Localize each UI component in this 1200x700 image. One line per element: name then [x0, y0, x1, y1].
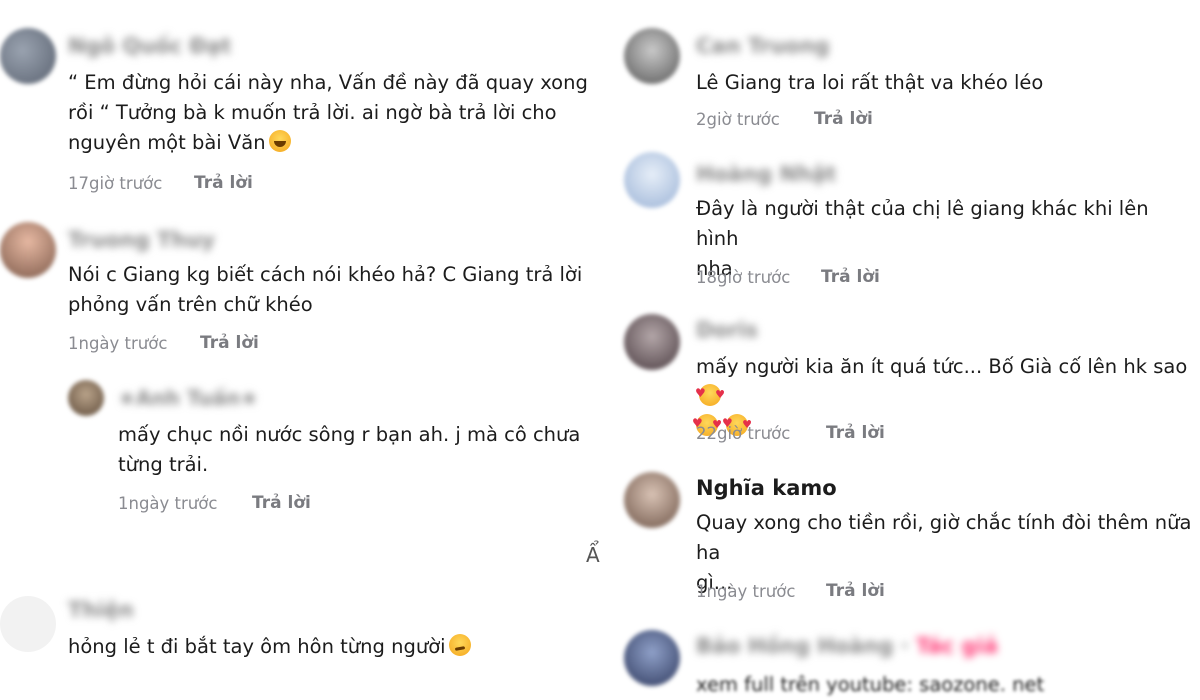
reply-button[interactable]: Trả lời: [814, 109, 873, 129]
comment-username[interactable]: Ngô Quốc Đạt: [68, 34, 231, 58]
comment-text-content: mấy người kia ăn ít quá tức... Bố Già cố…: [696, 355, 1188, 378]
cropped-text-fragment: Ẩ: [586, 543, 600, 567]
comment-username[interactable]: ★Anh Tuấn★: [118, 386, 258, 410]
comment-item: Hoàng Nhật Đây là người thật của chị lê …: [612, 148, 1200, 298]
comment-text: “ Em đừng hỏi cái này nha, Vấn đề này đã…: [68, 68, 598, 158]
comment-timestamp: 2giờ trước: [696, 110, 780, 129]
reply-button[interactable]: Trả lời: [826, 581, 885, 601]
comment-text: Lê Giang tra loi rất thật va khéo léo: [696, 71, 1044, 94]
reply-item: ★Anh Tuấn★ mấy chục nồi nước sông r bạn …: [0, 376, 600, 526]
reply-button[interactable]: Trả lời: [194, 173, 253, 193]
comment-item: Truong Thuy Nói c Giang kg biết cách nói…: [0, 210, 600, 370]
comment-username[interactable]: Truong Thuy: [68, 228, 215, 252]
comment-username[interactable]: Doris: [696, 318, 758, 342]
reply-button[interactable]: Trả lời: [252, 493, 311, 513]
avatar[interactable]: [624, 630, 680, 686]
avatar[interactable]: [0, 222, 56, 278]
comment-item: Nghĩa kamo Quay xong cho tiền rồi, giờ c…: [612, 464, 1200, 614]
avatar[interactable]: [624, 152, 680, 208]
comment-text: hỏng lẻ t đi bắt tay ôm hôn từng người: [68, 632, 598, 662]
avatar[interactable]: [624, 28, 680, 84]
comment-text: xem full trên youtube: saozone. net: [696, 673, 1045, 696]
author-tag: Tác giả: [915, 634, 998, 658]
comments-panel-left: Ngô Quốc Đạt “ Em đừng hỏi cái này nha, …: [0, 0, 600, 700]
avatar[interactable]: [68, 380, 104, 416]
comment-text-content: “ Em đừng hỏi cái này nha, Vấn đề này đã…: [68, 71, 588, 154]
comment-timestamp: 17giờ trước: [68, 174, 163, 193]
comment-username[interactable]: Hoàng Nhật: [696, 162, 836, 186]
comment-username[interactable]: Bảo Hồng Hoàng · Tác giả: [696, 634, 998, 658]
comment-text: mấy chục nồi nước sông r bạn ah. j mà cô…: [118, 423, 581, 476]
comment-text-content: hỏng lẻ t đi bắt tay ôm hôn từng người: [68, 635, 446, 658]
reply-button[interactable]: Trả lời: [200, 333, 259, 353]
comment-item: Bảo Hồng Hoàng · Tác giả xem full trên y…: [612, 622, 1200, 700]
avatar[interactable]: [624, 472, 680, 528]
comment-timestamp: 1ngày trước: [696, 582, 796, 601]
comment-username[interactable]: Can Truong: [696, 34, 830, 58]
grinning-squinting-face-icon: [268, 130, 291, 152]
comment-item: Thiện hỏng lẻ t đi bắt tay ôm hôn từng n…: [0, 584, 600, 700]
avatar[interactable]: [624, 314, 680, 370]
panel-divider: [600, 0, 612, 700]
reply-button[interactable]: Trả lời: [821, 267, 880, 287]
comment-item: Ngô Quốc Đạt “ Em đừng hỏi cái này nha, …: [0, 0, 600, 200]
comment-item: Doris mấy người kia ăn ít quá tức... Bố …: [612, 306, 1200, 456]
username-text: Bảo Hồng Hoàng: [696, 634, 894, 658]
comment-timestamp: 18giờ trước: [696, 268, 791, 287]
comment-timestamp: 1ngày trước: [118, 494, 218, 513]
avatar[interactable]: [0, 28, 56, 84]
comment-username[interactable]: Nghĩa kamo: [696, 476, 837, 500]
smirking-face-icon: [448, 634, 471, 656]
comment-username[interactable]: Thiện: [68, 598, 134, 622]
comment-timestamp: 22giờ trước: [696, 424, 791, 443]
comment-item: Can Truong Lê Giang tra loi rất thật va …: [612, 20, 1200, 140]
smiling-face-with-hearts-icon: [695, 378, 725, 410]
reply-button[interactable]: Trả lời: [826, 423, 885, 443]
comment-text: Nói c Giang kg biết cách nói khéo hả? C …: [68, 263, 583, 316]
comment-timestamp: 1ngày trước: [68, 334, 168, 353]
avatar[interactable]: [0, 596, 56, 652]
comments-panel-right: Can Truong Lê Giang tra loi rất thật va …: [612, 0, 1200, 700]
